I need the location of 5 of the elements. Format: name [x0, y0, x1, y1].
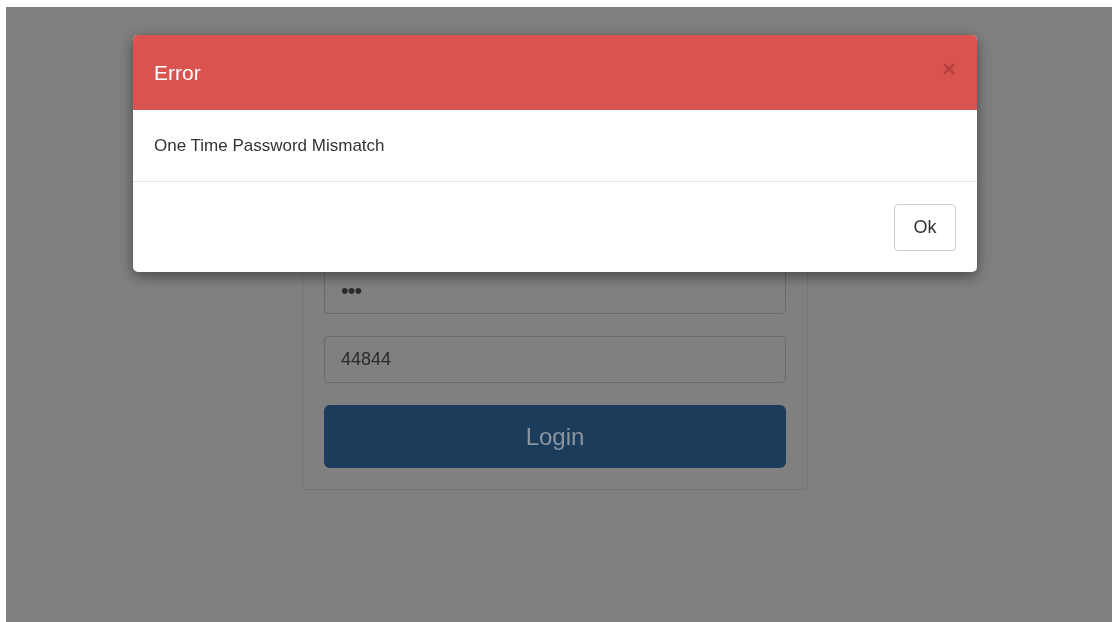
ok-button[interactable]: Ok	[894, 203, 956, 251]
error-message: One Time Password Mismatch	[154, 136, 385, 155]
code-field[interactable]: 44844	[324, 336, 786, 383]
login-button[interactable]: Login	[324, 405, 786, 468]
dialog-title: Error	[154, 60, 201, 85]
